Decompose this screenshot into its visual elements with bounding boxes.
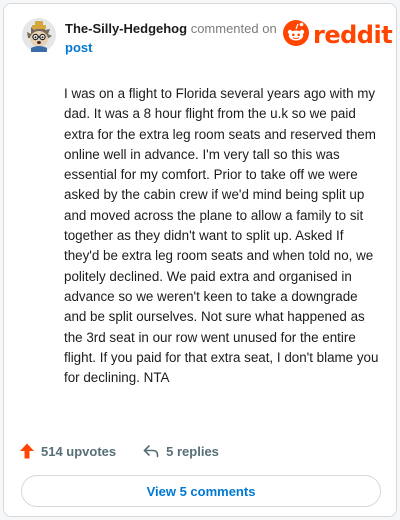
- post-link[interactable]: post: [65, 40, 92, 55]
- view-comments-button[interactable]: View 5 comments: [21, 475, 381, 507]
- comment-actions: 514 upvotes 5 replies: [18, 440, 219, 462]
- comment-body: I was on a flight to Florida several yea…: [64, 86, 379, 386]
- reply-count: 5 replies: [166, 443, 219, 459]
- upvote-count: 514 upvotes: [41, 443, 117, 459]
- comment-card: The-Silly-Hedgehog commented on post red…: [3, 3, 397, 517]
- upvote-button[interactable]: 514 upvotes: [18, 442, 116, 460]
- reddit-logo: reddit: [283, 19, 393, 51]
- reddit-alien-icon: [283, 19, 309, 51]
- reddit-wordmark: reddit: [313, 21, 393, 49]
- upvote-arrow-icon[interactable]: [18, 442, 36, 460]
- reply-button[interactable]: 5 replies: [142, 442, 219, 460]
- username[interactable]: The-Silly-Hedgehog: [65, 21, 187, 36]
- comment-header: The-Silly-Hedgehog commented on post: [65, 19, 280, 57]
- hedgehog-avatar-icon[interactable]: [22, 18, 56, 52]
- action-text: commented on: [190, 21, 277, 36]
- reply-arrow-icon[interactable]: [142, 442, 160, 460]
